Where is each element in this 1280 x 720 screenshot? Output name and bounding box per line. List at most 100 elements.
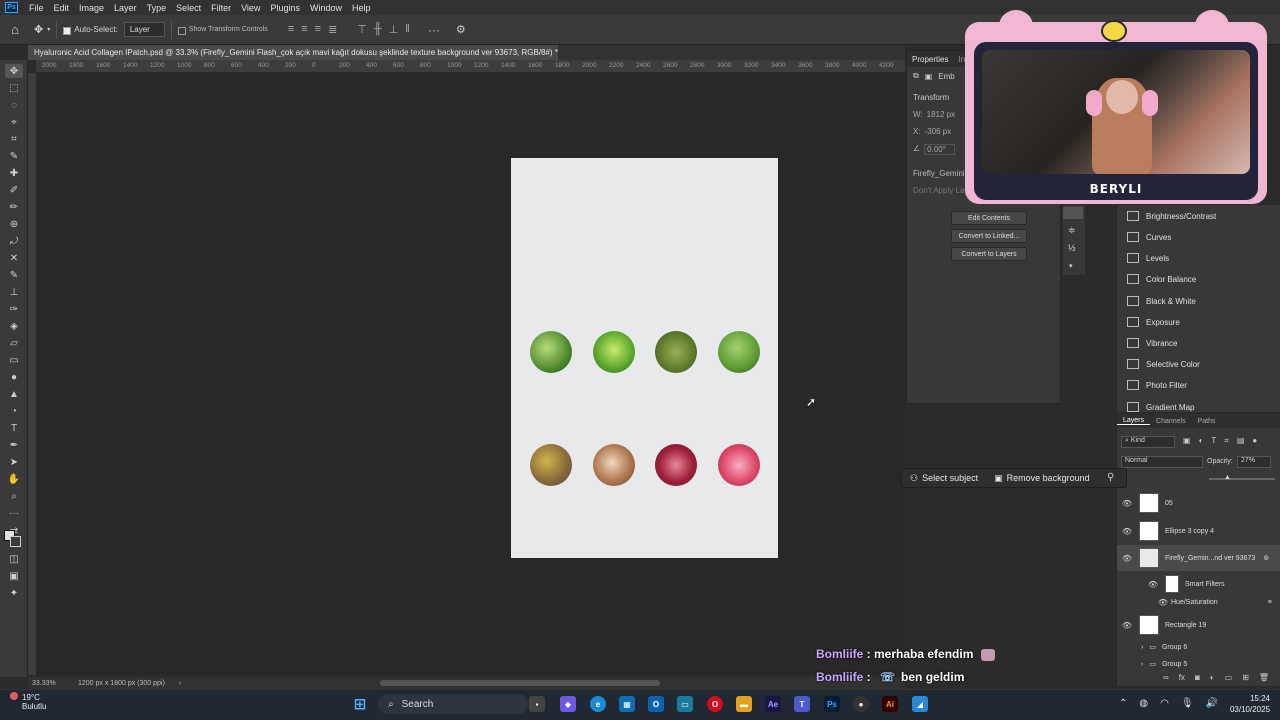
blur-tool-icon[interactable]: ● [5,370,23,384]
opacity-value[interactable]: 27% [1237,456,1271,468]
pixel-filter-icon[interactable]: ▣ [1183,436,1191,446]
chevron-right-icon[interactable]: › [179,680,181,687]
move-tool-icon[interactable]: ✥ [34,23,43,36]
remote-desktop-icon[interactable]: ▭ [677,696,693,712]
screen-mode-icon[interactable]: ▣ [5,569,23,583]
chevron-down-icon[interactable]: ▾ [47,26,50,33]
show-transform-checkbox[interactable] [177,26,186,35]
filter-toggle-icon[interactable]: ● [1252,436,1257,446]
menu-edit[interactable]: Edit [49,3,75,13]
remove-background-button[interactable]: ▣ Remove background [986,473,1098,484]
eye-icon[interactable]: 👁 [1145,580,1161,589]
fill-tool-icon[interactable]: ◈ [5,319,23,333]
chevron-down-icon[interactable]: ▾ [1069,262,1073,270]
adjust-curves[interactable]: Curves [1127,232,1171,242]
edit-contents-button[interactable]: Edit Contents [951,211,1027,225]
adjust-vibrance[interactable]: Vibrance [1127,338,1177,348]
chevron-right-icon[interactable]: › [1141,644,1143,651]
angle-value[interactable]: 0.00° [924,144,955,155]
menu-image[interactable]: Image [74,3,109,13]
align-right-icon[interactable]: ≡ [315,23,321,36]
app-icon[interactable]: ◢ [912,696,928,712]
art-brush-icon[interactable]: ✑ [5,302,23,316]
adjust-black-white[interactable]: Black & White [1127,296,1196,306]
volume-icon[interactable]: 🔊 [1206,698,1218,709]
clone-stamp-icon[interactable]: ⊥ [5,285,23,299]
eye-icon[interactable]: 👁 [1119,499,1135,508]
horizontal-scrollbar[interactable] [380,680,660,686]
layer-row[interactable]: 👁 Rectangle 19 [1117,612,1280,638]
marquee-tool-icon[interactable]: ⬚ [5,81,23,95]
adjust-levels[interactable]: Levels [1127,253,1169,263]
mask-icon[interactable]: ◙ [1195,673,1200,682]
adjust-photo-filter[interactable]: Photo Filter [1127,380,1187,390]
filter-options-icon[interactable]: ≡ [1268,599,1272,606]
trash-icon[interactable]: 🗑 [1259,673,1269,682]
width-value[interactable]: 1812 px [927,110,955,119]
history-brush-icon[interactable]: ⤾ [5,234,23,248]
type-filter-icon[interactable]: T [1211,436,1216,446]
eyedropper-tool-icon[interactable]: ✎ [5,149,23,163]
tab-properties[interactable]: Properties [912,55,948,64]
distribute-icon[interactable]: ≣ [328,23,337,36]
menu-layer[interactable]: Layer [109,3,142,13]
align-left-icon[interactable]: ≡ [288,23,294,36]
pencil-tool-icon[interactable]: ✏ [5,200,23,214]
convert-to-layers-button[interactable]: Convert to Layers [951,247,1027,261]
group-row[interactable]: › ▭ Group 5 [1117,655,1280,673]
menu-type[interactable]: Type [142,3,172,13]
move-tool-icon[interactable]: ✥ [5,64,23,78]
menu-file[interactable]: File [24,3,49,13]
windows-start-icon[interactable]: ⊞ [352,696,368,713]
copilot-icon[interactable]: ◆ [560,696,576,712]
align-center-icon[interactable]: ≡ [301,23,307,36]
adjust-exposure[interactable]: Exposure [1127,317,1180,327]
eye-icon[interactable]: 👁 [1119,554,1135,563]
menu-help[interactable]: Help [347,3,376,13]
stamp-tool-icon[interactable]: ⊛ [5,217,23,231]
align-bottom-icon[interactable]: ⊥ [389,23,399,36]
path-select-icon[interactable]: ➤ [5,455,23,469]
eye-icon[interactable]: 👁 [1155,598,1171,607]
fx-icon[interactable]: fx [1179,673,1185,682]
tab-layers[interactable]: Layers [1117,417,1151,425]
kind-filter-dropdown[interactable]: ⌕ Kind [1121,436,1175,448]
auto-select-dropdown[interactable]: Layer [123,22,165,37]
convert-to-linked-button[interactable]: Convert to Linked... [951,229,1027,243]
outlook-icon[interactable]: O [648,696,664,712]
blend-mode-dropdown[interactable]: Normal [1121,456,1203,468]
sharpen-tool-icon[interactable]: ▲ [5,387,23,401]
group-row[interactable]: › ▭ Group 6 [1117,638,1280,656]
opacity-slider[interactable] [1209,478,1275,480]
link-layers-icon[interactable]: ∞ [1163,673,1169,682]
eye-icon[interactable]: 👁 [1119,527,1135,536]
generative-fill-icon[interactable]: ✦ [5,586,23,600]
taskbar-search[interactable]: ⌕ Search [378,694,528,714]
background-color-swatch[interactable] [10,536,21,547]
opacity-slider-handle[interactable]: ▲ [1224,474,1231,481]
obs-icon[interactable]: ● [853,696,869,712]
menu-view[interactable]: View [236,3,265,13]
eye-icon[interactable]: 👁 [1119,621,1135,630]
document-tab[interactable]: Hyaluronic Acid Collagen IPatch.psd @ 33… [28,45,558,60]
task-view-icon[interactable]: ▪ [529,696,545,712]
mixer-tool-icon[interactable]: ✕ [5,251,23,265]
new-group-icon[interactable]: ▭ [1225,673,1233,682]
zoom-level[interactable]: 33.33% [32,680,72,687]
brush-alt-icon[interactable]: ✎ [5,268,23,282]
adjustment-layer-icon[interactable]: ◐ [1210,673,1215,682]
hand-tool-icon[interactable]: ✋ [5,472,23,486]
home-icon[interactable]: ⌂ [0,22,30,37]
adjustment-filter-icon[interactable]: ◐ [1199,436,1204,446]
gear-icon[interactable]: ⚙ [456,23,466,36]
zoom-tool-icon[interactable]: ⌕ [5,489,23,503]
align-middle-icon[interactable]: ╫ [374,23,382,36]
after-effects-icon[interactable]: Ae [765,696,781,712]
brush-tool-icon[interactable]: ✐ [5,183,23,197]
gradient-tool-icon[interactable]: ▭ [5,353,23,367]
layer-row[interactable]: 👁 Ellipse 3 copy 4 [1117,518,1280,544]
object-select-tool-icon[interactable]: ⌖ [5,115,23,129]
smart-filter-icon[interactable]: ▤ [1237,436,1245,446]
network-icon[interactable]: ◍ [1139,698,1148,709]
paragraph-icon[interactable]: ≑ [1068,225,1076,236]
